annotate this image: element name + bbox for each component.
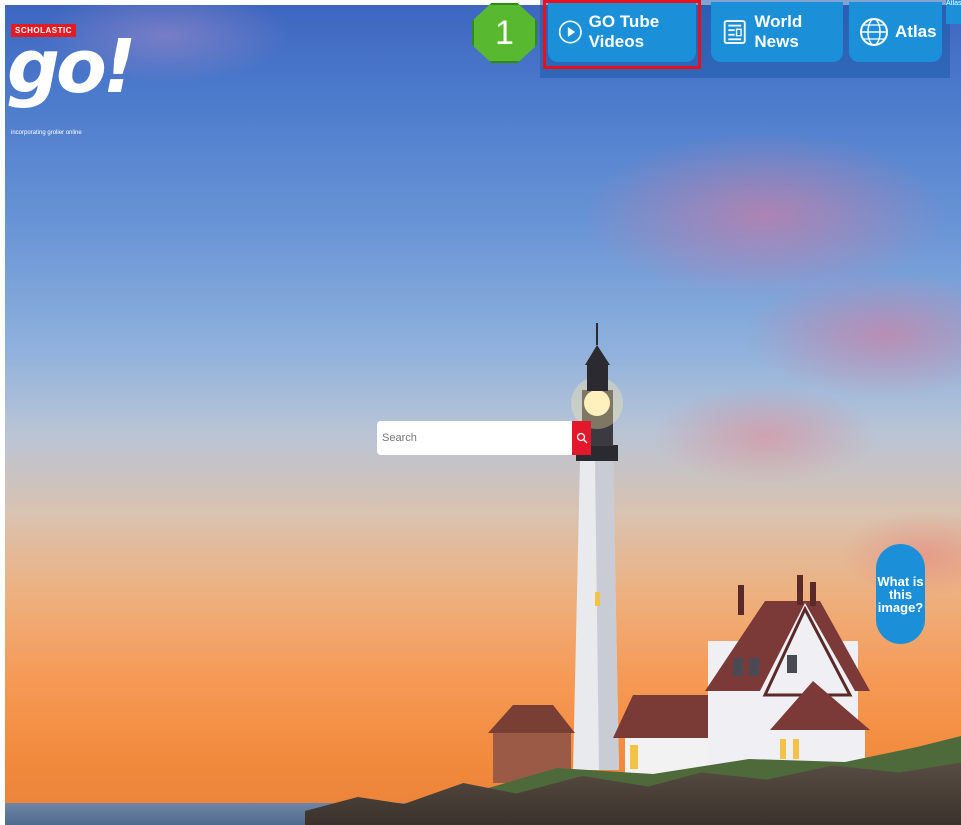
hero-background [5, 5, 961, 825]
product-logo-text: go! [7, 24, 137, 110]
world-news-button[interactable]: World News [711, 2, 843, 62]
corner-atlas-tab[interactable]: Atlas [946, 0, 961, 24]
newspaper-icon [723, 20, 746, 44]
lighthouse-scene [5, 5, 961, 825]
atlas-label: Atlas [895, 22, 937, 41]
search-button[interactable] [572, 421, 591, 455]
step-number-badge: 1 [472, 3, 537, 63]
logo-tagline: incorporating grolier online [11, 130, 82, 136]
atlas-button[interactable]: Atlas [849, 2, 942, 62]
highlight-box [543, 0, 701, 69]
what-is-this-image-button[interactable]: What is this image? [876, 544, 925, 644]
search-icon [576, 432, 587, 444]
scholastic-go-logo[interactable]: SCHOLASTIC go! incorporating grolier onl… [7, 22, 137, 152]
lighthouse-illustration [488, 323, 870, 783]
globe-icon [860, 18, 888, 46]
search-input[interactable] [377, 421, 568, 455]
world-news-label: World News [754, 12, 803, 51]
search-box [377, 421, 591, 455]
